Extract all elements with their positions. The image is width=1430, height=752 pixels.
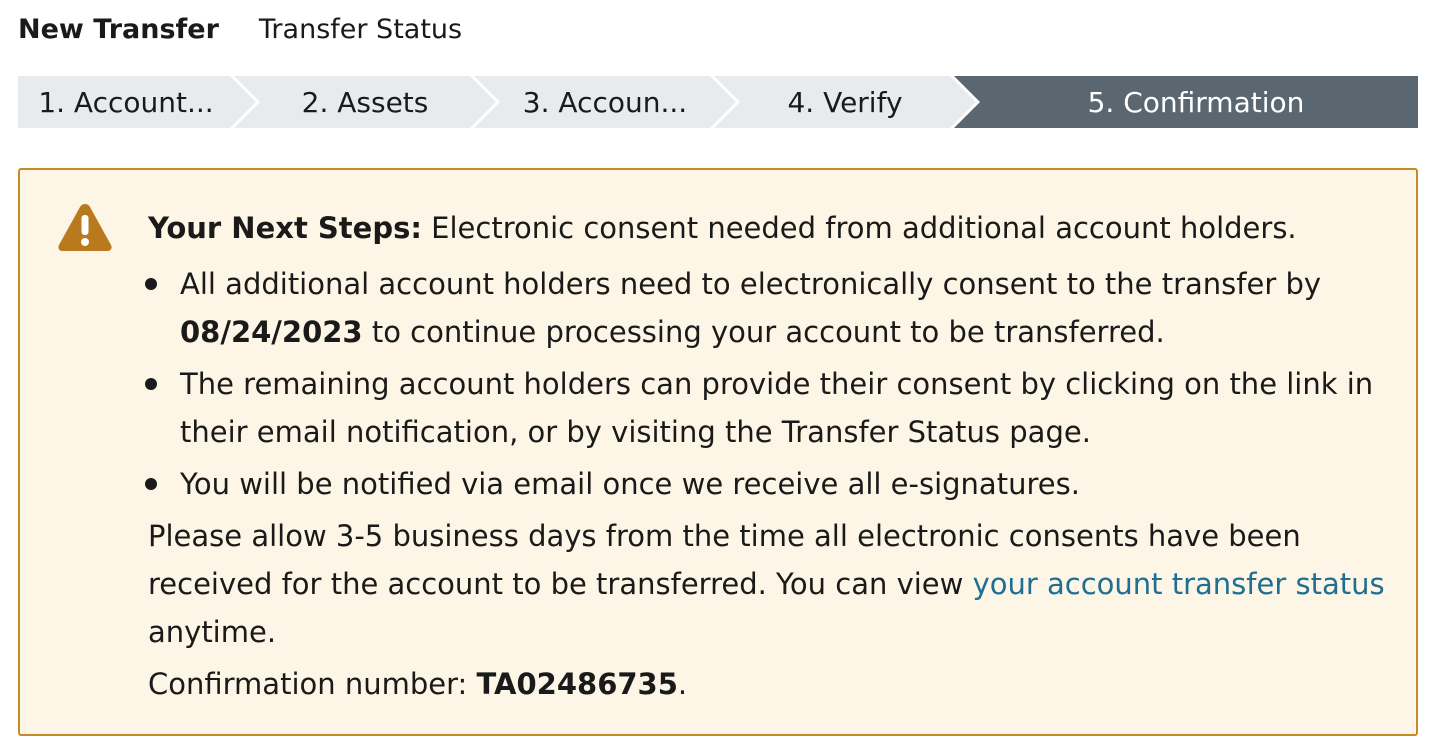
list-item: The remaining account holders can provid… <box>145 360 1398 456</box>
alert-title: Your Next Steps: <box>148 211 422 245</box>
step-label: 5. Confirmation <box>1087 85 1305 119</box>
consent-deadline: 08/24/2023 <box>180 315 363 349</box>
transfer-status-link[interactable]: your account transfer status <box>973 567 1385 601</box>
step-assets: 2. Assets <box>234 76 496 128</box>
step-account-2: 3. Accoun... <box>474 76 736 128</box>
bullet-text: All additional account holders need to e… <box>180 267 1322 301</box>
processing-paragraph: Please allow 3-5 business days from the … <box>148 512 1398 656</box>
step-label: 2. Assets <box>301 85 429 119</box>
list-item: You will be notified via email once we r… <box>145 460 1398 508</box>
warning-triangle-icon <box>58 204 112 251</box>
step-confirmation: 5. Confirmation <box>954 76 1418 128</box>
progress-stepper: 1. Account... 2. Assets 3. Accoun... 4. … <box>18 76 1418 128</box>
steps-list: All additional account holders need to e… <box>145 260 1398 508</box>
list-item: All additional account holders need to e… <box>145 260 1398 356</box>
alert-headline: Your Next Steps: Electronic consent need… <box>148 204 1398 252</box>
bullet-icon <box>145 378 157 390</box>
step-verify: 4. Verify <box>714 76 976 128</box>
confirmation-period: . <box>677 667 688 701</box>
tab-transfer-status[interactable]: Transfer Status <box>259 14 462 45</box>
bullet-text-end: to continue processing your account to b… <box>362 315 1165 349</box>
paragraph-text-end: anytime. <box>148 615 277 649</box>
step-label: 4. Verify <box>787 85 903 119</box>
confirmation-number: TA02486735 <box>476 667 678 701</box>
bullet-text: You will be notified via email once we r… <box>180 467 1080 501</box>
bullet-text: The remaining account holders can provid… <box>180 367 1374 449</box>
bullet-icon <box>145 478 157 490</box>
confirmation-label: Confirmation number: <box>148 667 477 701</box>
bullet-icon <box>145 278 157 290</box>
step-label: 3. Accoun... <box>522 85 688 119</box>
step-account: 1. Account... <box>18 76 256 128</box>
alert-content: Your Next Steps: Electronic consent need… <box>145 204 1398 708</box>
transfer-tabs: New Transfer Transfer Status <box>18 12 502 46</box>
step-label: 1. Account... <box>38 85 214 119</box>
tab-new-transfer[interactable]: New Transfer <box>18 14 219 45</box>
confirmation-line: Confirmation number: TA02486735. <box>148 660 1398 708</box>
next-steps-alert: Your Next Steps: Electronic consent need… <box>18 168 1418 736</box>
alert-title-rest: Electronic consent needed from additiona… <box>421 211 1297 245</box>
